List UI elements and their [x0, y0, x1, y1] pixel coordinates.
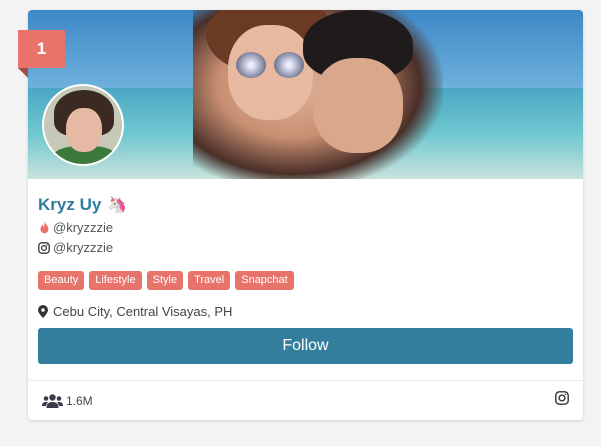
rank-badge-fold	[18, 68, 28, 78]
rank-badge: 1	[18, 30, 65, 68]
follower-count: 1.6M	[42, 394, 93, 408]
tag-travel[interactable]: Travel	[188, 271, 231, 290]
tiktok-handle-text: @kryzzzie	[53, 220, 114, 235]
instagram-icon[interactable]	[555, 391, 569, 410]
instagram-handle-text: @kryzzzie	[53, 240, 114, 255]
profile-name[interactable]: Kryz Uy	[38, 195, 101, 215]
avatar[interactable]	[42, 84, 124, 166]
instagram-handle[interactable]: @kryzzzie	[38, 238, 573, 257]
location: Cebu City, Central Visayas, PH	[38, 302, 573, 320]
tiktok-handle[interactable]: @kryzzzie	[38, 218, 573, 237]
unicorn-icon: 🦄	[107, 197, 128, 214]
users-icon	[42, 393, 63, 408]
follower-count-text: 1.6M	[66, 393, 93, 408]
tag-list: Beauty Lifestyle Style Travel Snapchat	[38, 271, 573, 290]
fire-icon	[38, 221, 50, 235]
follow-button[interactable]: Follow	[38, 328, 573, 364]
tag-style[interactable]: Style	[146, 271, 184, 290]
profile-info: Kryz Uy 🦄 @kryzzzie @kryzzzie Beauty Lif…	[38, 193, 573, 320]
instagram-icon	[38, 241, 50, 255]
influencer-card: 1 Kryz Uy 🦄 @kryzzzie @kryzzzie Beauty L…	[18, 10, 583, 420]
tag-snapchat[interactable]: Snapchat	[235, 271, 294, 290]
tag-lifestyle[interactable]: Lifestyle	[89, 271, 142, 290]
map-pin-icon	[38, 304, 50, 318]
tag-beauty[interactable]: Beauty	[38, 271, 85, 290]
card-footer: 1.6M	[28, 381, 583, 420]
location-text: Cebu City, Central Visayas, PH	[53, 303, 233, 319]
